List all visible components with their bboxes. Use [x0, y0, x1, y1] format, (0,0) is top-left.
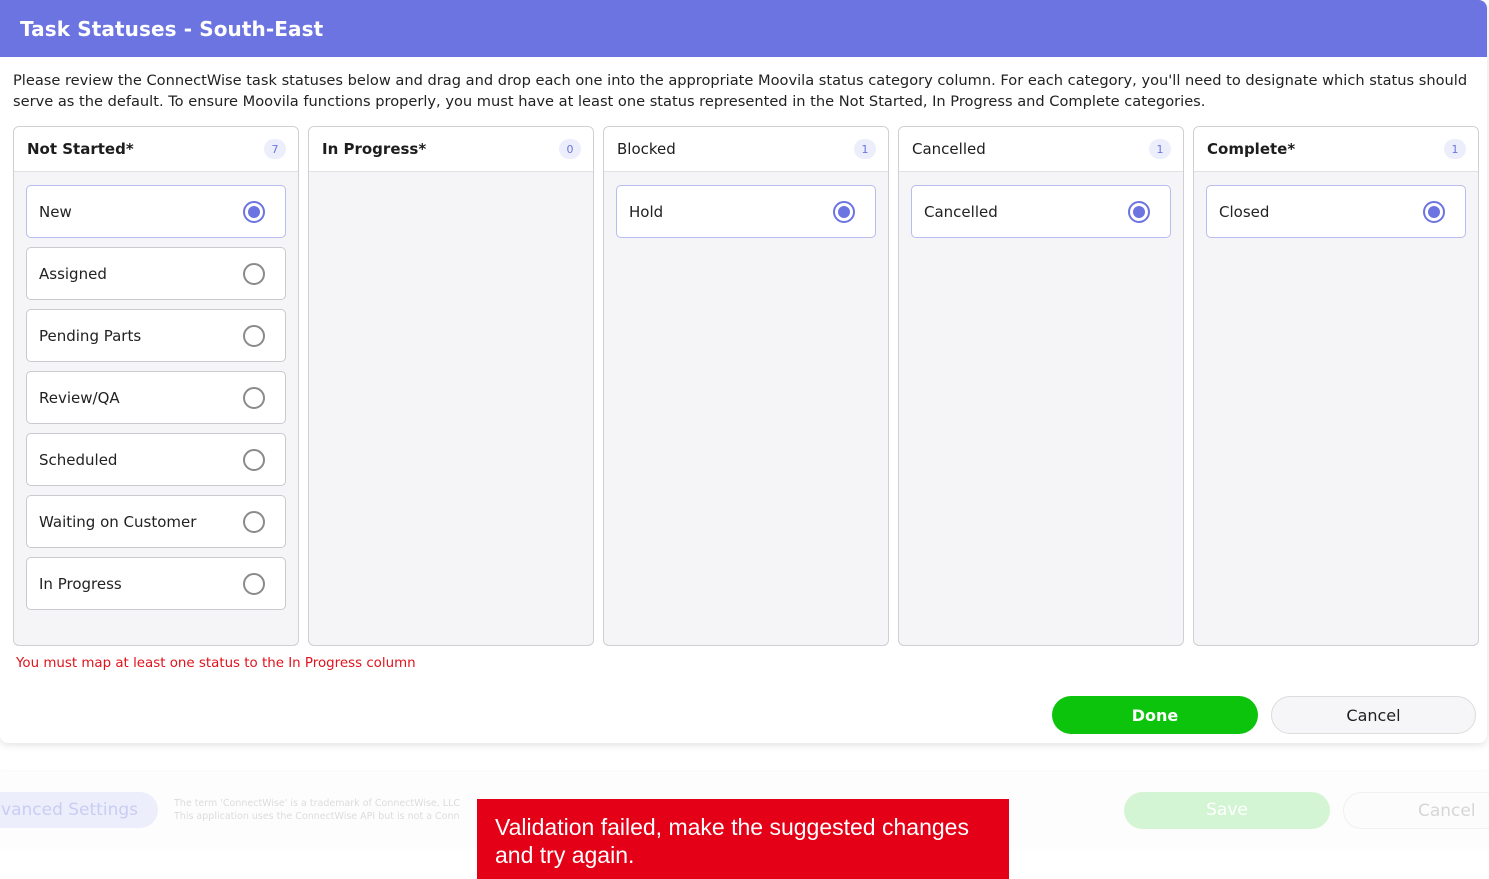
done-button[interactable]: Done — [1052, 696, 1258, 734]
status-card[interactable]: Closed — [1206, 185, 1466, 238]
column-in-progress[interactable]: In Progress* 0 — [308, 126, 594, 646]
default-status-radio[interactable] — [1128, 200, 1150, 223]
status-drop-zone[interactable]: Hold — [604, 172, 888, 238]
status-card[interactable]: Cancelled — [911, 185, 1171, 238]
status-label: Assigned — [39, 264, 107, 283]
status-label: New — [39, 202, 72, 221]
default-status-radio[interactable] — [243, 324, 265, 347]
status-drop-zone[interactable]: New Assigned Pending Parts Review/QA Schedul… — [14, 172, 298, 610]
status-columns: Not Started* 7 New Assigned Pending Parts Rev… — [13, 126, 1479, 646]
column-title: In Progress* — [322, 140, 427, 158]
background-cancel-button: Cancel — [1343, 792, 1489, 829]
count-badge: 0 — [559, 139, 581, 159]
modal-title: Task Statuses - South-East — [20, 16, 324, 41]
default-status-radio[interactable] — [243, 510, 265, 533]
default-status-radio[interactable] — [243, 262, 265, 285]
status-drop-zone[interactable] — [309, 172, 593, 185]
status-card[interactable]: Hold — [616, 185, 876, 238]
status-drop-zone[interactable]: Closed — [1194, 172, 1478, 238]
status-label: Review/QA — [39, 388, 120, 407]
status-card[interactable]: Assigned — [26, 247, 286, 300]
count-badge: 1 — [1149, 139, 1171, 159]
column-header: Cancelled 1 — [899, 127, 1183, 172]
status-drop-zone[interactable]: Cancelled — [899, 172, 1183, 238]
column-header: Complete* 1 — [1194, 127, 1478, 172]
status-label: Waiting on Customer — [39, 512, 197, 531]
instructions-text: Please review the ConnectWise task statu… — [13, 72, 1468, 110]
column-cancelled[interactable]: Cancelled 1 Cancelled — [898, 126, 1184, 646]
count-badge: 7 — [264, 139, 286, 159]
default-status-radio[interactable] — [243, 200, 265, 223]
status-label: In Progress — [39, 574, 122, 593]
status-card[interactable]: Review/QA — [26, 371, 286, 424]
column-title: Cancelled — [912, 140, 986, 158]
modal-header: Task Statuses - South-East — [0, 0, 1487, 57]
status-label: Scheduled — [39, 450, 118, 469]
status-card[interactable]: New — [26, 185, 286, 238]
status-label: Closed — [1219, 202, 1270, 221]
validation-toast: Validation failed, make the suggested ch… — [477, 799, 1009, 879]
status-card[interactable]: Waiting on Customer — [26, 495, 286, 548]
column-title: Blocked — [617, 140, 676, 158]
column-header: Not Started* 7 — [14, 127, 298, 172]
toast-message: Validation failed, make the suggested ch… — [495, 814, 969, 868]
column-header: Blocked 1 — [604, 127, 888, 172]
status-label: Pending Parts — [39, 326, 142, 345]
trademark-line-1: The term 'ConnectWise' is a trademark of… — [174, 798, 461, 809]
background-save-button: Save — [1124, 792, 1330, 829]
count-badge: 1 — [1444, 139, 1466, 159]
default-status-radio[interactable] — [1423, 200, 1445, 223]
status-card[interactable]: In Progress — [26, 557, 286, 610]
column-title: Complete* — [1207, 140, 1296, 158]
trademark-notice: The term 'ConnectWise' is a trademark of… — [174, 797, 484, 823]
status-label: Hold — [629, 202, 664, 221]
trademark-line-2: This application uses the ConnectWise AP… — [174, 811, 460, 822]
status-card[interactable]: Pending Parts — [26, 309, 286, 362]
status-label: Cancelled — [924, 202, 998, 221]
count-badge: 1 — [854, 139, 876, 159]
cancel-button[interactable]: Cancel — [1271, 696, 1476, 734]
column-complete[interactable]: Complete* 1 Closed — [1193, 126, 1479, 646]
default-status-radio[interactable] — [833, 200, 855, 223]
status-card[interactable]: Scheduled — [26, 433, 286, 486]
validation-error-message: You must map at least one status to the … — [16, 656, 416, 671]
advanced-settings-button: Advanced Settings — [0, 792, 158, 828]
task-statuses-modal: Task Statuses - South-East Please review… — [0, 0, 1487, 743]
column-header: In Progress* 0 — [309, 127, 593, 172]
default-status-radio[interactable] — [243, 448, 265, 471]
default-status-radio[interactable] — [243, 386, 265, 409]
column-blocked[interactable]: Blocked 1 Hold — [603, 126, 889, 646]
column-not-started[interactable]: Not Started* 7 New Assigned Pending Parts Rev… — [13, 126, 299, 646]
default-status-radio[interactable] — [243, 572, 265, 595]
column-title: Not Started* — [27, 140, 134, 158]
